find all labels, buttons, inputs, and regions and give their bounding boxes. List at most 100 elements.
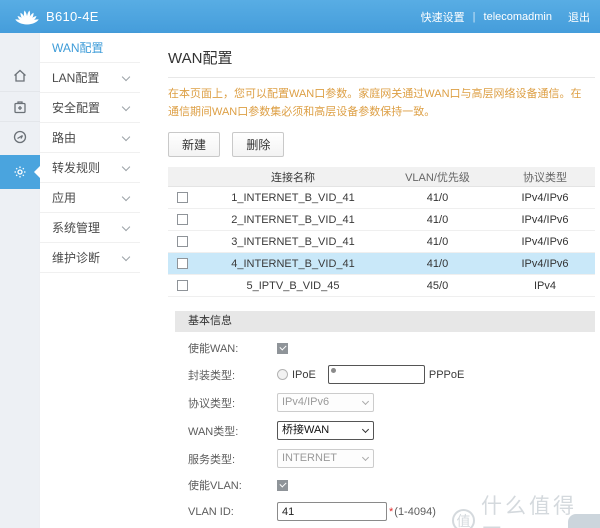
title-divider [168, 77, 595, 78]
corner-decoration [568, 514, 600, 528]
cell-connection-name: 5_IPTV_B_VID_45 [246, 279, 340, 292]
field-label: 协议类型: [188, 397, 236, 410]
huawei-logo-icon [15, 9, 39, 24]
chevron-down-icon [121, 162, 131, 172]
chevron-down-icon [121, 192, 131, 202]
cell-vlan-priority: 41/0 [426, 191, 449, 204]
row-checkbox[interactable] [177, 236, 188, 248]
chevron-down-icon [361, 454, 370, 462]
field-label: 使能VLAN: [188, 480, 242, 493]
wan-type-value: 桥接WAN [282, 424, 330, 437]
cell-vlan-priority: 41/0 [426, 213, 449, 226]
icon-sidebar [0, 33, 41, 528]
chevron-down-icon [121, 252, 131, 262]
row-checkbox[interactable] [177, 214, 188, 226]
cell-vlan-priority: 41/0 [426, 235, 449, 248]
chevron-down-icon [361, 398, 370, 406]
required-asterisk: * [389, 505, 394, 518]
logout-link[interactable]: 退出 [568, 9, 590, 25]
sidebar-item-lan-config[interactable]: LAN配置 [40, 63, 140, 93]
sidebar-icon-settings-active[interactable] [0, 155, 41, 189]
wan-connections-table: 连接名称 VLAN/优先级 协议类型 1_INTERNET_B_VID_41 4… [168, 167, 595, 298]
delete-button[interactable]: 删除 [232, 132, 285, 158]
sidebar-icon-home[interactable] [0, 61, 40, 91]
cell-protocol: IPv4/IPv6 [521, 213, 569, 226]
pppoe-radio-label: PPPoE [428, 368, 465, 381]
vlan-id-input[interactable] [277, 502, 387, 522]
menu-item-label: LAN配置 [52, 71, 100, 85]
device-plus-icon [14, 100, 26, 113]
quick-setup-link[interactable]: 快速设置 [421, 9, 465, 25]
chevron-down-icon [361, 426, 370, 434]
home-icon [14, 69, 26, 82]
table-row[interactable]: 1_INTERNET_B_VID_41 41/0 IPv4/IPv6 [168, 187, 595, 210]
menu-item-label: WAN配置 [52, 41, 104, 55]
header-bar: B610-4E 快速设置 | telecomadmin 退出 [0, 0, 600, 33]
sidebar-item-maintenance-diagnosis[interactable]: 维护诊断 [40, 243, 140, 273]
ipoe-radio [277, 369, 288, 381]
cell-protocol: IPv4/IPv6 [521, 257, 569, 270]
service-type-value: INTERNET [282, 452, 337, 465]
vlan-range-hint: (1-4094) [394, 505, 436, 518]
new-button[interactable]: 新建 [168, 132, 221, 158]
section-header-basic-info: 基本信息 [175, 311, 595, 333]
column-header-protocol: 协议类型 [523, 171, 567, 184]
cell-connection-name: 2_INTERNET_B_VID_41 [231, 213, 355, 226]
cell-protocol: IPv4 [533, 279, 556, 292]
gauge-icon [13, 130, 27, 143]
row-checkbox[interactable] [177, 192, 188, 204]
sidebar-item-applications[interactable]: 应用 [40, 183, 140, 213]
sidebar-item-forwarding-rules[interactable]: 转发规则 [40, 153, 140, 183]
row-checkbox[interactable] [177, 258, 188, 270]
table-row[interactable]: 2_INTERNET_B_VID_41 41/0 IPv4/IPv6 [168, 209, 595, 232]
page-description: 在本页面上，您可以配置WAN口参数。家庭网关通过WAN口与高层网络设备通信。在通… [168, 88, 582, 118]
sidebar-item-routing[interactable]: 路由 [40, 123, 140, 153]
chevron-down-icon [121, 132, 131, 142]
cell-connection-name: 1_INTERNET_B_VID_41 [231, 191, 355, 204]
cell-vlan-priority: 41/0 [426, 257, 449, 270]
page-title: WAN配置 [168, 50, 233, 67]
table-row[interactable]: 3_INTERNET_B_VID_41 41/0 IPv4/IPv6 [168, 231, 595, 254]
cell-vlan-priority: 45/0 [426, 279, 449, 292]
field-label: 服务类型: [188, 453, 236, 466]
menu-item-label: 转发规则 [52, 161, 101, 175]
column-header-vlan: VLAN/优先级 [405, 171, 470, 184]
username-text: telecomadmin [483, 10, 552, 23]
sidebar-icon-device[interactable] [0, 91, 40, 121]
wan-type-select[interactable]: 桥接WAN [277, 421, 374, 441]
toolbar: 新建 删除 [168, 132, 600, 158]
row-checkbox[interactable] [177, 280, 188, 292]
pppoe-radio [327, 365, 425, 385]
field-label: WAN类型: [188, 425, 239, 438]
table-header-row: 连接名称 VLAN/优先级 协议类型 [168, 167, 595, 188]
ipoe-radio-label: IPoE [292, 368, 316, 381]
field-label: 封装类型: [188, 369, 236, 382]
chevron-down-icon [121, 102, 131, 112]
column-header-name: 连接名称 [271, 171, 315, 184]
protocol-type-select: IPv4/IPv6 [277, 393, 374, 413]
chevron-down-icon [121, 72, 131, 82]
service-type-select: INTERNET [277, 449, 374, 469]
sidebar-item-wan-config[interactable]: WAN配置 [40, 33, 140, 63]
chevron-down-icon [121, 222, 131, 232]
protocol-type-value: IPv4/IPv6 [282, 396, 330, 409]
cell-connection-name: 4_INTERNET_B_VID_41 [231, 257, 355, 270]
content-area: WAN配置 在本页面上，您可以配置WAN口参数。家庭网关通过WAN口与高层网络设… [140, 33, 600, 528]
cell-protocol: IPv4/IPv6 [521, 191, 569, 204]
sidebar-item-security[interactable]: 安全配置 [40, 93, 140, 123]
basic-info-form: 使能WAN: 封装类型: IPoE PPPoE 协议类型: IPv4/IPv6 … [188, 340, 600, 528]
enable-wan-checkbox [277, 342, 288, 354]
menu-item-label: 安全配置 [52, 101, 101, 115]
cell-connection-name: 3_INTERNET_B_VID_41 [231, 235, 355, 248]
header-separator: | [472, 10, 476, 23]
table-row-selected[interactable]: 4_INTERNET_B_VID_41 41/0 IPv4/IPv6 [168, 253, 595, 276]
menu-item-label: 维护诊断 [52, 251, 101, 265]
table-row[interactable]: 5_IPTV_B_VID_45 45/0 IPv4 [168, 275, 595, 298]
enable-vlan-checkbox [277, 479, 288, 491]
sidebar-icon-network[interactable] [0, 121, 40, 151]
menu-item-label: 路由 [52, 131, 77, 145]
menu-item-label: 系统管理 [52, 221, 101, 235]
gear-icon [14, 166, 26, 178]
nav-menu: WAN配置 LAN配置 安全配置 路由 转发规则 应用 系统管理 维护诊断 [40, 33, 140, 528]
sidebar-item-system-management[interactable]: 系统管理 [40, 213, 140, 243]
